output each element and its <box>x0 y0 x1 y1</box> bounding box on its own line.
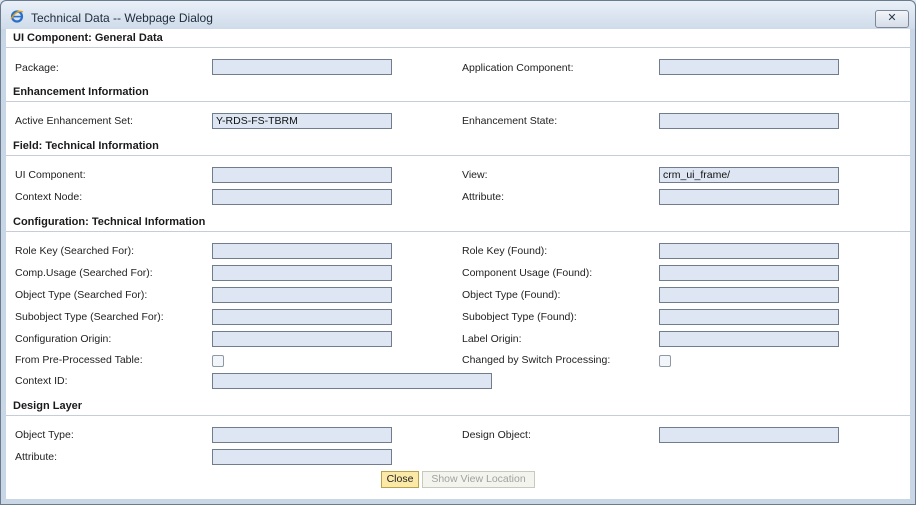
section-divider <box>6 415 910 416</box>
component-usage-found-field[interactable] <box>659 265 839 281</box>
role-key-found-label: Role Key (Found): <box>462 245 548 257</box>
attribute-field[interactable] <box>659 189 839 205</box>
context-id-label: Context ID: <box>15 375 68 387</box>
package-field[interactable] <box>212 59 392 75</box>
role-key-found-field[interactable] <box>659 243 839 259</box>
ui-component-field[interactable] <box>212 167 392 183</box>
comp-usage-searched-field[interactable] <box>212 265 392 281</box>
switch-processing-checkbox[interactable] <box>659 355 671 367</box>
enhancement-state-label: Enhancement State: <box>462 115 558 127</box>
show-view-location-button[interactable]: Show View Location <box>422 471 535 488</box>
configuration-origin-label: Configuration Origin: <box>15 333 112 345</box>
window-close-button[interactable]: ✕ <box>875 10 909 28</box>
section-divider <box>6 231 910 232</box>
enhancement-state-field[interactable] <box>659 113 839 129</box>
object-type-searched-field[interactable] <box>212 287 392 303</box>
window-title: Technical Data -- Webpage Dialog <box>31 11 213 25</box>
close-button[interactable]: Close <box>381 471 419 488</box>
object-type-found-field[interactable] <box>659 287 839 303</box>
attribute-label: Attribute: <box>462 191 505 203</box>
view-field[interactable]: crm_ui_frame/ <box>659 167 839 183</box>
section-divider <box>6 47 910 48</box>
active-enhancement-set-field[interactable]: Y-RDS-FS-TBRM <box>212 113 392 129</box>
internet-explorer-icon <box>10 10 24 23</box>
view-label: View: <box>462 169 488 181</box>
object-type-searched-label: Object Type (Searched For): <box>15 289 148 301</box>
application-component-label: Application Component: <box>462 62 574 74</box>
comp-usage-searched-label: Comp.Usage (Searched For): <box>15 267 153 279</box>
subobject-type-found-field[interactable] <box>659 309 839 325</box>
context-node-field[interactable] <box>212 189 392 205</box>
section-enhancement-title: Enhancement Information <box>13 86 149 98</box>
section-design-title: Design Layer <box>13 400 83 412</box>
subobject-type-searched-field[interactable] <box>212 309 392 325</box>
section-divider <box>6 101 910 102</box>
design-object-type-field[interactable] <box>212 427 392 443</box>
section-divider <box>6 155 910 156</box>
design-attribute-label: Attribute: <box>15 451 58 463</box>
section-general-title: UI Component: General Data <box>13 32 163 44</box>
pre-processed-table-label: From Pre-Processed Table: <box>15 354 143 366</box>
label-origin-label: Label Origin: <box>462 333 522 345</box>
package-label: Package: <box>15 62 59 74</box>
role-key-searched-label: Role Key (Searched For): <box>15 245 135 257</box>
dialog-window: Technical Data -- Webpage Dialog ✕ UI Co… <box>0 0 916 505</box>
title-bar[interactable]: Technical Data -- Webpage Dialog ✕ <box>1 1 915 29</box>
design-attribute-field[interactable] <box>212 449 392 465</box>
application-component-field[interactable] <box>659 59 839 75</box>
label-origin-field[interactable] <box>659 331 839 347</box>
ui-component-label: UI Component: <box>15 169 86 181</box>
active-enhancement-set-label: Active Enhancement Set: <box>15 115 133 127</box>
section-config-title: Configuration: Technical Information <box>13 216 206 228</box>
design-object-field[interactable] <box>659 427 839 443</box>
switch-processing-label: Changed by Switch Processing: <box>462 354 611 366</box>
context-node-label: Context Node: <box>15 191 83 203</box>
object-type-found-label: Object Type (Found): <box>462 289 561 301</box>
dialog-content: UI Component: General Data Package: Appl… <box>6 29 910 499</box>
design-object-label: Design Object: <box>462 429 531 441</box>
design-object-type-label: Object Type: <box>15 429 74 441</box>
component-usage-found-label: Component Usage (Found): <box>462 267 593 279</box>
role-key-searched-field[interactable] <box>212 243 392 259</box>
pre-processed-table-checkbox[interactable] <box>212 355 224 367</box>
subobject-type-searched-label: Subobject Type (Searched For): <box>15 311 164 323</box>
context-id-field[interactable] <box>212 373 492 389</box>
section-field-title: Field: Technical Information <box>13 140 159 152</box>
subobject-type-found-label: Subobject Type (Found): <box>462 311 577 323</box>
configuration-origin-field[interactable] <box>212 331 392 347</box>
